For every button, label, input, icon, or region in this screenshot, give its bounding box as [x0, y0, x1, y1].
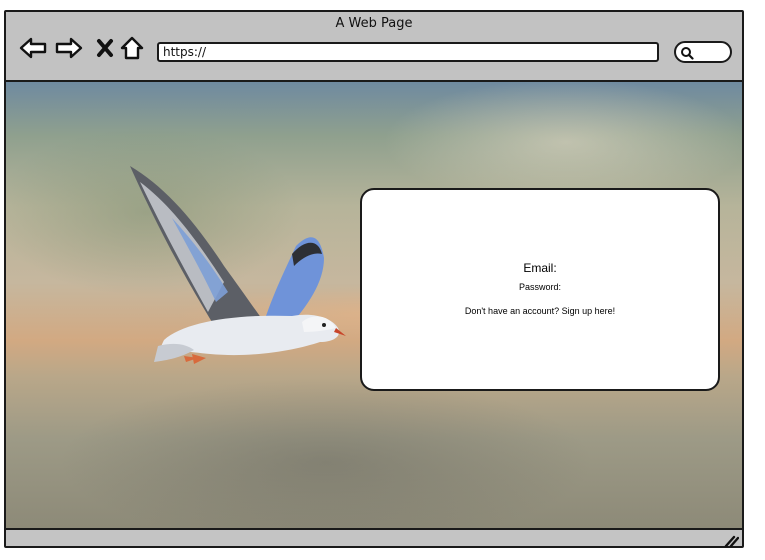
- page-content: Email: Password: Don't have an account? …: [6, 82, 742, 528]
- home-icon[interactable]: [118, 36, 146, 60]
- address-bar[interactable]: https://: [157, 42, 659, 62]
- login-card: Email: Password: Don't have an account? …: [360, 188, 720, 391]
- seagull-image: [130, 166, 346, 364]
- close-icon[interactable]: [91, 36, 119, 60]
- email-label: Email:: [523, 261, 557, 275]
- search-icon[interactable]: [680, 45, 694, 64]
- forward-arrow-icon[interactable]: [55, 36, 83, 60]
- window-title: A Web Page: [335, 16, 413, 31]
- password-label: Password:: [518, 282, 562, 292]
- title-bar: A Web Page https://: [6, 12, 742, 82]
- search-field[interactable]: [674, 41, 732, 63]
- back-arrow-icon[interactable]: [19, 36, 47, 60]
- signup-link[interactable]: Don't have an account? Sign up here!: [362, 306, 718, 316]
- browser-window: A Web Page https:// Email: Password: Don…: [4, 10, 744, 548]
- status-bar: [6, 528, 742, 548]
- resize-handle-icon[interactable]: [723, 532, 740, 551]
